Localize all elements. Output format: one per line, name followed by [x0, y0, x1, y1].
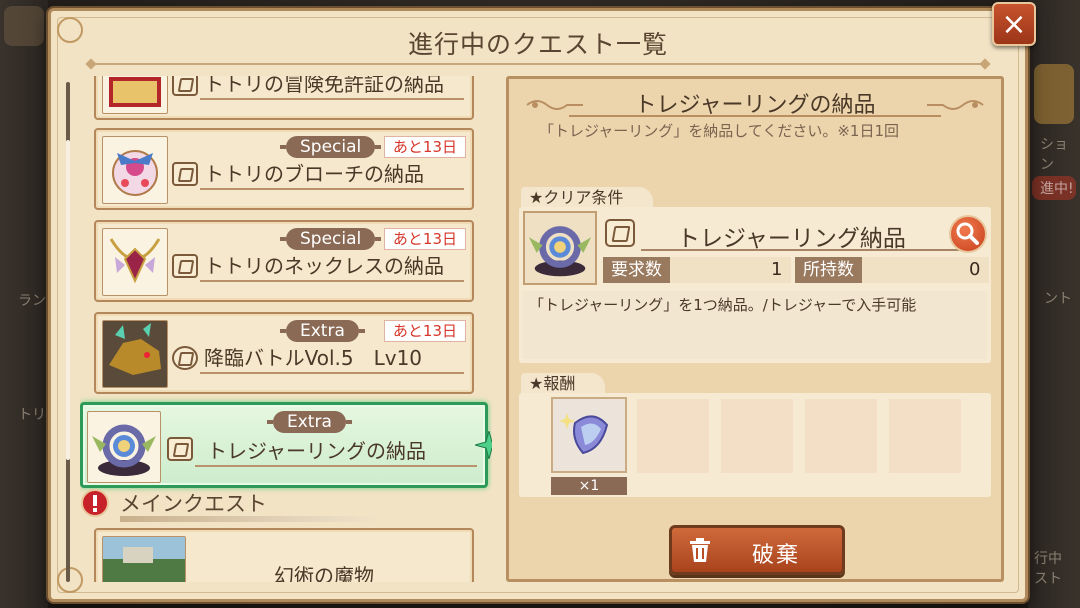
quest-detail-pane: トレジャーリングの納品 「トレジャーリング」を納品してください。※1日1回 ★ク…: [506, 76, 1004, 582]
background-mission-icon: [1034, 64, 1074, 124]
title-divider: [91, 63, 985, 65]
background-label: 行中: [1034, 551, 1062, 567]
quest-name: トトリの冒険免許証の納品: [204, 76, 444, 96]
quest-name: 降臨バトルVol.5 Lv10: [204, 346, 423, 370]
quest-name: 幻術の魔物: [274, 564, 374, 582]
reward-quantity: ×1: [551, 477, 627, 495]
quest-list-item-selected[interactable]: Extra トレジャーリングの納品: [80, 402, 492, 488]
empty-reward-slot: [805, 399, 877, 473]
owned-label: 所持数: [795, 257, 862, 283]
alert-badge-icon: [81, 489, 109, 517]
quest-underline: [195, 465, 477, 467]
remaining-days-badge: あと13日: [383, 136, 466, 158]
owned-value: 0: [969, 259, 981, 280]
remaining-days-badge: あと13日: [383, 320, 466, 342]
quest-name: トトリのブローチの納品: [204, 162, 424, 186]
quest-name: トレジャーリングの納品: [207, 439, 426, 463]
remaining-days-badge: あと13日: [383, 228, 466, 250]
discard-button[interactable]: 破棄: [669, 525, 845, 575]
empty-reward-slot: [637, 399, 709, 473]
quest-category-tag: Special: [279, 136, 382, 158]
quest-list-item[interactable]: Special あと13日 トトリのネックレスの納品: [94, 220, 474, 302]
clear-conditions-header: ★クリア条件: [521, 187, 654, 209]
delivery-quest-icon: [167, 437, 193, 461]
background-label: ント: [1044, 291, 1072, 307]
quest-list[interactable]: トトリの冒険免許証の納品 Special あと13日 トトリのブローチの納品 S…: [80, 76, 492, 582]
background-label: トリ: [18, 407, 46, 423]
background-label: スト: [1034, 571, 1062, 587]
quest-thumbnail: [87, 411, 161, 483]
battle-quest-icon: [172, 346, 198, 370]
delivery-quest-icon: [172, 76, 198, 96]
search-icon: [956, 222, 979, 245]
list-scrollbar-thumb[interactable]: [66, 140, 70, 460]
title-divider: [569, 115, 941, 117]
close-button[interactable]: ×: [992, 2, 1036, 46]
quest-thumbnail: [102, 536, 186, 582]
section-divider: [120, 516, 380, 522]
quest-list-item[interactable]: Special あと13日 トトリのブローチの納品: [94, 128, 474, 210]
search-icon-button[interactable]: [949, 215, 987, 253]
quest-underline: [200, 188, 464, 190]
quest-underline: [200, 372, 464, 374]
quest-thumbnail: [102, 76, 168, 114]
delivery-quest-icon: [605, 219, 635, 247]
quest-thumbnail: [102, 320, 168, 388]
condition-description: 「トレジャーリング」を1つ納品。/トレジャーで入手可能: [523, 291, 987, 359]
background-label: ラン: [18, 293, 46, 309]
condition-underline: [641, 249, 961, 251]
quest-category-tag: Special: [279, 228, 382, 250]
background-label: ション: [1040, 137, 1068, 173]
quest-thumbnail: [102, 136, 168, 204]
quest-underline: [200, 280, 464, 282]
quest-thumbnail: [102, 228, 168, 296]
delivery-quest-icon: [172, 162, 198, 186]
quest-list-item[interactable]: Extra あと13日 降臨バトルVol.5 Lv10: [94, 312, 474, 394]
selection-sparkle-icon: [475, 431, 492, 459]
condition-item-thumbnail: [523, 211, 597, 285]
empty-reward-slot: [889, 399, 961, 473]
quest-list-item[interactable]: 幻術の魔物: [94, 528, 474, 582]
quest-description: 「トレジャーリング」を納品してください。※1日1回: [539, 122, 900, 140]
trash-icon: [690, 538, 710, 562]
discard-label: 破棄: [752, 543, 801, 568]
required-value: 1: [771, 259, 783, 280]
quest-name: トトリのネックレスの納品: [204, 254, 444, 278]
gem-icon: [559, 413, 609, 455]
background-menu-icon: [4, 6, 44, 46]
dialog-title: 進行中のクエスト一覧: [407, 30, 668, 59]
quest-category-tag: Extra: [267, 411, 352, 433]
condition-name: トレジャーリング納品: [677, 226, 906, 252]
section-label: メインクエスト: [120, 492, 267, 516]
required-label: 要求数: [603, 257, 670, 283]
main-quest-section: メインクエスト: [80, 486, 480, 522]
quest-list-item[interactable]: トトリの冒険免許証の納品: [94, 76, 474, 120]
reward-header: ★報酬: [521, 373, 606, 395]
quest-category-tag: Extra: [280, 320, 365, 342]
delivery-quest-icon: [172, 254, 198, 278]
reward-item-slot[interactable]: [551, 397, 627, 473]
background-label: 進中!: [1040, 181, 1074, 197]
empty-reward-slot: [721, 399, 793, 473]
quest-underline: [200, 98, 464, 100]
